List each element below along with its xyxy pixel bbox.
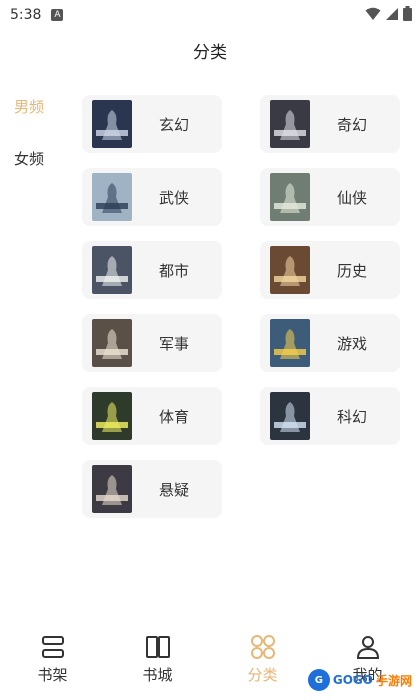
category-card-junshi[interactable]: 军事 [82,314,222,372]
category-label: 玄幻 [158,115,189,134]
book-cover [92,319,132,367]
category-card-lishi[interactable]: 历史 [260,241,400,299]
category-card-tiyu[interactable]: 体育 [82,387,222,445]
watermark-badge: G [307,669,330,691]
tab-bookstore[interactable]: 书城 [105,628,210,700]
book-cover [92,465,132,513]
category-card-wuxia[interactable]: 武侠 [82,168,222,226]
wifi-icon [365,7,381,20]
category-card-kehuan[interactable]: 科幻 [260,387,400,445]
side-nav: 男频 女频 [0,80,70,184]
category-card-qihuan[interactable]: 奇幻 [260,95,400,153]
watermark-text-cn: 手游网 [375,673,412,688]
category-label: 军事 [158,334,189,353]
category-card-youxi[interactable]: 游戏 [260,314,400,372]
profile-icon [356,636,379,659]
category-label: 体育 [158,407,189,426]
category-label: 奇幻 [336,115,367,134]
category-card-xianxia[interactable]: 仙侠 [260,168,400,226]
book-cover [92,246,132,294]
tab-bookshelf[interactable]: 书架 [0,628,105,700]
bookstore-icon [145,636,170,658]
book-cover [92,173,132,221]
tab-category[interactable]: 分类 [210,628,315,700]
tab-label: 分类 [247,666,278,684]
book-cover [270,392,310,440]
tab-label: 书城 [142,666,173,684]
category-label: 历史 [336,261,367,280]
book-cover [92,392,132,440]
book-cover [270,246,310,294]
category-card-xuanyi[interactable]: 悬疑 [82,460,222,518]
category-label: 都市 [158,261,189,280]
category-label: 武侠 [158,188,189,207]
category-card-xuanhuan[interactable]: 玄幻 [82,95,222,153]
book-cover [270,319,310,367]
category-label: 游戏 [336,334,367,353]
category-label: 悬疑 [158,480,189,499]
bookshelf-icon [41,636,64,658]
side-item-label: 男频 [14,97,45,116]
category-label: 科幻 [336,407,367,426]
book-cover [92,100,132,148]
watermark-logo: G GOGO 手游网 [307,668,412,692]
status-bar: 5:38 A [0,0,420,30]
notification-icon: A [51,9,64,21]
watermark-text: GOGO [332,673,373,687]
category-label: 仙侠 [336,188,367,207]
side-item-label: 女频 [14,149,45,168]
tab-label: 书架 [37,666,68,684]
category-icon [250,635,275,659]
side-item-male[interactable]: 男频 [0,80,70,132]
signal-icon [386,7,398,20]
status-time: 5:38 [10,7,42,23]
page-title: 分类 [193,43,227,63]
battery-icon [403,6,412,21]
book-cover [270,100,310,148]
book-cover [270,173,310,221]
side-item-female[interactable]: 女频 [0,132,70,184]
category-card-dushi[interactable]: 都市 [82,241,222,299]
status-icons [365,6,412,21]
